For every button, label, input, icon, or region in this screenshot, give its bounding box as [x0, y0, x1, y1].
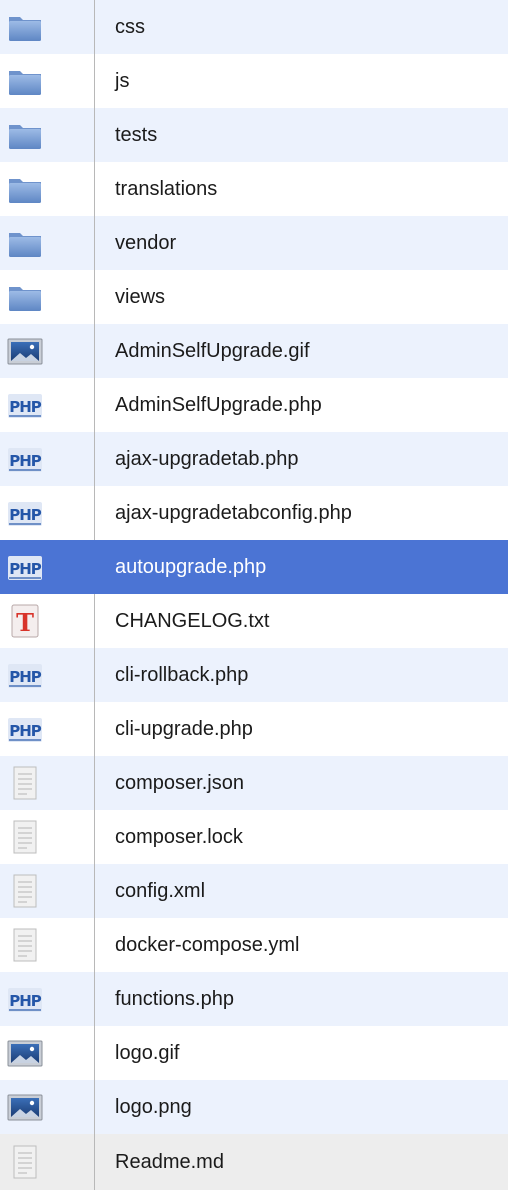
- icon-cell: [0, 1134, 95, 1190]
- file-name: composer.json: [115, 771, 244, 794]
- svg-text:PHP: PHP: [9, 722, 42, 740]
- file-name: docker-compose.yml: [115, 933, 300, 956]
- file-row[interactable]: PHP ajax-upgradetab.php: [0, 432, 508, 486]
- folder-row[interactable]: views: [0, 270, 508, 324]
- php-file-icon: PHP: [5, 979, 45, 1019]
- icon-cell: [0, 108, 95, 162]
- folder-icon: [5, 61, 45, 101]
- folder-icon: [5, 115, 45, 155]
- file-row[interactable]: composer.lock: [0, 810, 508, 864]
- file-name: css: [115, 15, 145, 38]
- folder-row[interactable]: css: [0, 0, 508, 54]
- file-row[interactable]: AdminSelfUpgrade.gif: [0, 324, 508, 378]
- php-file-icon: PHP: [5, 547, 45, 587]
- folder-icon: [5, 223, 45, 263]
- icon-cell: [0, 756, 95, 810]
- text-file-icon: T: [5, 601, 45, 641]
- folder-row[interactable]: vendor: [0, 216, 508, 270]
- icon-cell: PHP: [0, 702, 95, 756]
- file-row[interactable]: PHP autoupgrade.php: [0, 540, 508, 594]
- icon-cell: [0, 864, 95, 918]
- icon-cell: [0, 162, 95, 216]
- file-row[interactable]: T CHANGELOG.txt: [0, 594, 508, 648]
- icon-cell: [0, 810, 95, 864]
- svg-text:PHP: PHP: [9, 560, 42, 578]
- icon-cell: PHP: [0, 378, 95, 432]
- icon-cell: [0, 54, 95, 108]
- php-file-icon: PHP: [5, 709, 45, 749]
- folder-row[interactable]: tests: [0, 108, 508, 162]
- php-file-icon: PHP: [5, 493, 45, 533]
- file-row[interactable]: PHP AdminSelfUpgrade.php: [0, 378, 508, 432]
- icon-cell: [0, 0, 95, 54]
- file-name: js: [115, 69, 130, 92]
- file-row[interactable]: Readme.md: [0, 1134, 508, 1190]
- file-name: AdminSelfUpgrade.gif: [115, 339, 310, 362]
- file-name: cli-upgrade.php: [115, 717, 253, 740]
- svg-text:PHP: PHP: [9, 398, 42, 416]
- svg-text:PHP: PHP: [9, 452, 42, 470]
- file-name: autoupgrade.php: [115, 555, 267, 578]
- file-row[interactable]: PHP cli-rollback.php: [0, 648, 508, 702]
- icon-cell: PHP: [0, 648, 95, 702]
- php-file-icon: PHP: [5, 385, 45, 425]
- file-name: tests: [115, 123, 158, 146]
- file-name: CHANGELOG.txt: [115, 609, 270, 632]
- folder-icon: [5, 169, 45, 209]
- file-name: AdminSelfUpgrade.php: [115, 393, 322, 416]
- php-file-icon: PHP: [5, 655, 45, 695]
- folder-icon: [5, 7, 45, 47]
- svg-text:PHP: PHP: [9, 668, 42, 686]
- file-name: config.xml: [115, 879, 206, 902]
- file-name: functions.php: [115, 987, 234, 1010]
- file-row[interactable]: docker-compose.yml: [0, 918, 508, 972]
- svg-text:PHP: PHP: [9, 992, 42, 1010]
- file-name: vendor: [115, 231, 177, 254]
- svg-text:PHP: PHP: [9, 506, 42, 524]
- file-list: css js tests translations vendor views A…: [0, 0, 508, 1190]
- file-name: composer.lock: [115, 825, 243, 848]
- file-name: ajax-upgradetabconfig.php: [115, 501, 352, 524]
- icon-cell: PHP: [0, 540, 95, 594]
- icon-cell: T: [0, 594, 95, 648]
- file-row[interactable]: config.xml: [0, 864, 508, 918]
- folder-row[interactable]: translations: [0, 162, 508, 216]
- file-name: logo.gif: [115, 1041, 180, 1064]
- svg-text:T: T: [16, 608, 34, 637]
- image-file-icon: [5, 1087, 45, 1127]
- icon-cell: PHP: [0, 972, 95, 1026]
- generic-file-icon: [5, 763, 45, 803]
- generic-file-icon: [5, 817, 45, 857]
- file-row[interactable]: PHP functions.php: [0, 972, 508, 1026]
- folder-icon: [5, 277, 45, 317]
- icon-cell: PHP: [0, 432, 95, 486]
- file-row[interactable]: composer.json: [0, 756, 508, 810]
- file-name: translations: [115, 177, 218, 200]
- icon-cell: PHP: [0, 486, 95, 540]
- icon-cell: [0, 918, 95, 972]
- file-name: ajax-upgradetab.php: [115, 447, 299, 470]
- generic-file-icon: [5, 925, 45, 965]
- generic-file-icon: [5, 871, 45, 911]
- icon-cell: [0, 1026, 95, 1080]
- icon-cell: [0, 270, 95, 324]
- file-row[interactable]: logo.png: [0, 1080, 508, 1134]
- image-file-icon: [5, 331, 45, 371]
- folder-row[interactable]: js: [0, 54, 508, 108]
- php-file-icon: PHP: [5, 439, 45, 479]
- icon-cell: [0, 1080, 95, 1134]
- file-name: logo.png: [115, 1095, 192, 1118]
- generic-file-icon: [5, 1142, 45, 1182]
- icon-cell: [0, 216, 95, 270]
- file-name: cli-rollback.php: [115, 663, 249, 686]
- file-name: Readme.md: [115, 1150, 224, 1173]
- image-file-icon: [5, 1033, 45, 1073]
- file-row[interactable]: PHP ajax-upgradetabconfig.php: [0, 486, 508, 540]
- file-name: views: [115, 285, 166, 308]
- icon-cell: [0, 324, 95, 378]
- file-row[interactable]: PHP cli-upgrade.php: [0, 702, 508, 756]
- file-row[interactable]: logo.gif: [0, 1026, 508, 1080]
